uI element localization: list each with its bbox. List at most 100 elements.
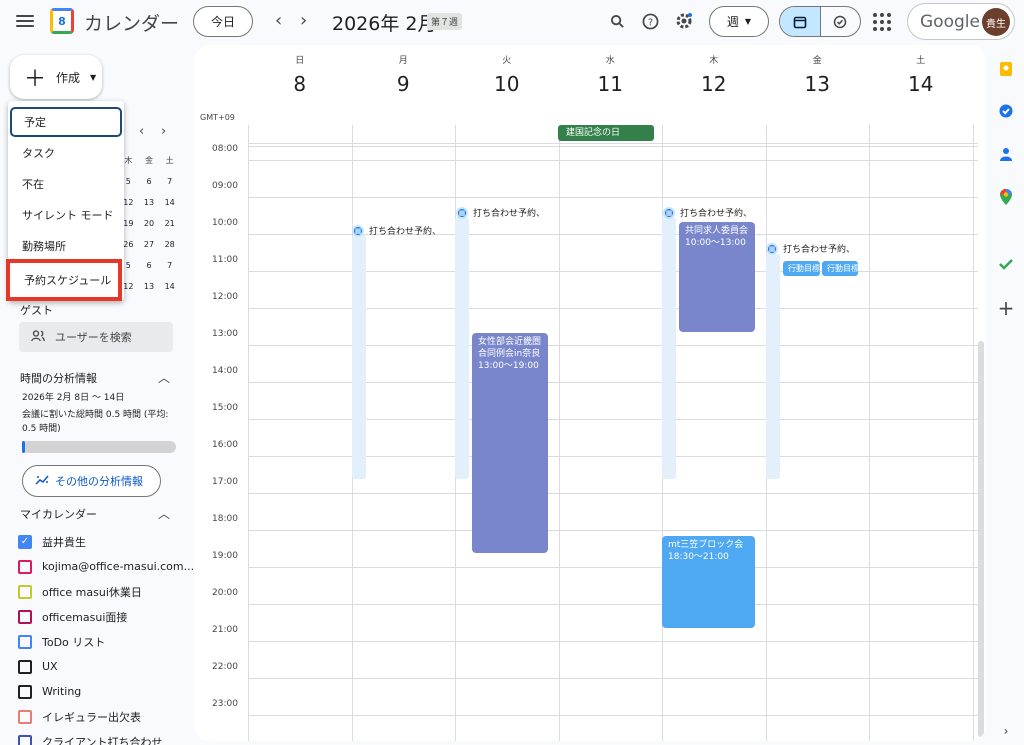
chevron-up-icon[interactable]: ︿	[158, 369, 170, 386]
tasks-view-icon[interactable]	[821, 7, 861, 36]
menu-item-task[interactable]: タスク	[8, 137, 124, 168]
calendar-checkbox[interactable]: ✓	[18, 534, 32, 549]
day-number[interactable]: 10	[455, 72, 559, 96]
menu-item-focus-mode[interactable]: サイレント モード	[8, 199, 124, 230]
calendar-checkbox[interactable]	[18, 659, 32, 674]
calendar-list-item[interactable]: Writing	[18, 679, 194, 704]
user-search-field[interactable]: ユーザーを検索	[19, 322, 173, 352]
day-header[interactable]: 土 14	[869, 53, 973, 96]
calendar-list-item[interactable]: officemasui面接	[18, 604, 194, 629]
calendar-name: ToDo リスト	[42, 635, 106, 649]
booking-slot-tue[interactable]	[455, 217, 469, 479]
day-number[interactable]: 13	[766, 72, 870, 96]
booking-slot-fri[interactable]	[766, 254, 780, 479]
day-number[interactable]: 11	[559, 72, 663, 96]
expand-panel-icon[interactable]: ›	[997, 722, 1015, 740]
account-chip[interactable]: Google 貴生	[907, 3, 1015, 40]
calendar-list-item[interactable]: ToDo リスト	[18, 629, 194, 654]
mini-week: 12 13 14	[118, 276, 180, 297]
day-number[interactable]: 12	[662, 72, 766, 96]
day-header[interactable]: 火 10	[455, 53, 559, 96]
day-header[interactable]: 金 13	[766, 53, 870, 96]
chevron-up-icon[interactable]: ︿	[158, 505, 170, 522]
user-search-placeholder: ユーザーを検索	[55, 331, 132, 344]
day-number[interactable]: 9	[352, 72, 456, 96]
tasks-icon[interactable]	[997, 102, 1015, 120]
calendar-list-item[interactable]: UX	[18, 654, 194, 679]
week-view: GMT+09 日 8 月 9 火 10 水 11 木 12 金 13 土 14 08:00 09:00 10:0…	[194, 45, 986, 741]
menu-item-out-of-office[interactable]: 不在	[8, 168, 124, 199]
mini-day[interactable]: 13	[139, 282, 160, 291]
event-thu-block-meeting[interactable]: mt三笠ブロック会 18:30〜21:00	[662, 536, 755, 628]
mini-day[interactable]: 7	[159, 261, 180, 270]
calendar-list-item[interactable]: kojima@office-masui.com...	[18, 554, 194, 579]
calendar-list-item[interactable]: office masui休業日	[18, 579, 194, 604]
calendar-list-item[interactable]: ✓ 益井貴生	[18, 529, 194, 554]
help-icon[interactable]: ?	[639, 10, 661, 32]
today-button[interactable]: 今日	[193, 6, 253, 37]
add-addon-icon[interactable]: +	[997, 296, 1015, 320]
day-number[interactable]: 14	[869, 72, 973, 96]
booking-slot-thu[interactable]	[662, 217, 676, 479]
search-icon[interactable]	[606, 10, 628, 32]
maps-icon[interactable]	[997, 188, 1015, 206]
menu-item-appointment-schedule[interactable]: 予約スケジュール	[6, 259, 122, 301]
calendar-checkbox[interactable]	[18, 734, 32, 745]
hour-line	[248, 567, 978, 568]
mini-day[interactable]: 6	[139, 261, 160, 270]
prev-week-icon[interactable]: ‹	[275, 10, 282, 31]
menu-item-working-location[interactable]: 勤務場所	[8, 230, 124, 261]
google-apps-icon[interactable]	[873, 13, 891, 31]
mini-day[interactable]: 20	[139, 219, 160, 228]
settings-icon[interactable]	[673, 10, 695, 32]
day-header[interactable]: 月9	[352, 53, 456, 96]
more-insights-button[interactable]: その他の分析情報	[22, 465, 161, 497]
mini-day[interactable]: 21	[159, 219, 180, 228]
holiday-event[interactable]: 建国記念の日	[558, 125, 654, 141]
booking-slot-mon[interactable]	[352, 235, 366, 479]
checkmark-app-icon[interactable]	[997, 255, 1015, 273]
calendar-name: office masui休業日	[42, 585, 142, 599]
calendar-view-icon[interactable]	[780, 7, 821, 36]
event-fri-action-goal[interactable]: 行動目標	[822, 261, 858, 276]
calendar-checkbox[interactable]	[18, 584, 32, 599]
day-header[interactable]: 水 11	[559, 53, 663, 96]
mini-next-icon[interactable]: ›	[161, 124, 166, 139]
mini-day[interactable]: 28	[159, 240, 180, 249]
mini-day[interactable]: 7	[159, 177, 180, 186]
mini-prev-icon[interactable]: ‹	[139, 124, 144, 139]
mini-week: 26 27 28	[118, 234, 180, 255]
main-menu-icon[interactable]	[14, 12, 36, 30]
day-number[interactable]: 8	[248, 72, 352, 96]
day-of-week: 金	[812, 56, 822, 66]
menu-item-event[interactable]: 予定	[10, 107, 122, 137]
calendar-list-item[interactable]: イレギュラー出欠表	[18, 704, 194, 729]
calendar-checkbox[interactable]	[18, 709, 32, 724]
mini-day[interactable]: 14	[159, 282, 180, 291]
hour-line	[248, 715, 978, 716]
calendar-checkbox[interactable]	[18, 609, 32, 624]
day-header[interactable]: 日8	[248, 53, 352, 96]
calendar-checkbox[interactable]	[18, 634, 32, 649]
keep-icon[interactable]	[997, 60, 1015, 78]
mini-day[interactable]: 14	[159, 198, 180, 207]
calendar-list-item[interactable]: クライアント打ち合わせ	[18, 729, 194, 745]
mini-day[interactable]: 6	[139, 177, 160, 186]
create-button[interactable]: ＋ 作成 ▼	[10, 55, 102, 99]
mini-day[interactable]: 13	[139, 198, 160, 207]
view-selector[interactable]: 週 ▼	[709, 6, 769, 37]
mini-day[interactable]: 27	[139, 240, 160, 249]
next-week-icon[interactable]: ›	[300, 10, 307, 31]
event-fri-action-goal[interactable]: 行動目標	[783, 261, 820, 276]
event-thu-joint-recruit[interactable]: 共同求人委員会 10:00〜13:00	[679, 222, 755, 332]
calendar-checkbox[interactable]	[18, 684, 32, 699]
day-header[interactable]: 木 12	[662, 53, 766, 96]
event-tue-womens-meeting[interactable]: 女性部会近畿圏合同例会in奈良 13:00〜19:00	[472, 333, 548, 553]
avatar[interactable]: 貴生	[982, 8, 1010, 36]
hour-line	[248, 604, 978, 605]
contacts-icon[interactable]	[997, 145, 1015, 163]
calendar-logo-icon: 8	[50, 8, 74, 34]
calendar-checkbox[interactable]	[18, 559, 32, 574]
scrollbar[interactable]	[978, 341, 984, 737]
create-label: 作成	[56, 70, 81, 85]
